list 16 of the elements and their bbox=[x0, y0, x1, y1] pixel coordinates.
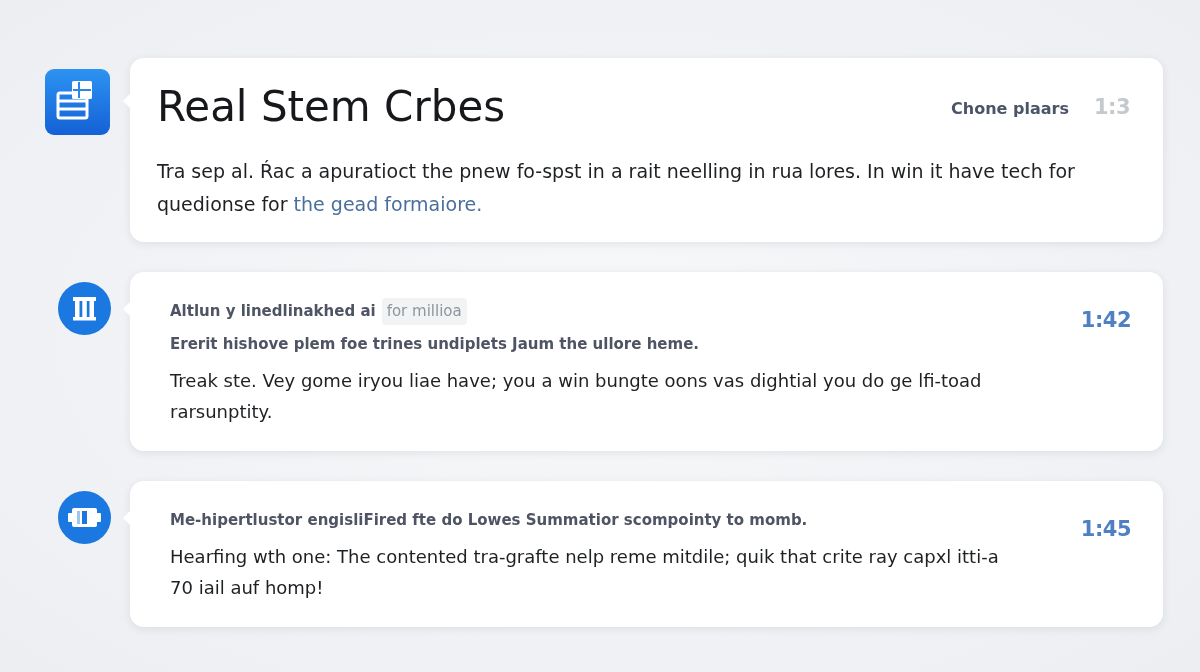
body-link[interactable]: the gead formaiore. bbox=[293, 193, 483, 215]
columns-icon bbox=[58, 282, 111, 335]
timestamp: 1:3 bbox=[1093, 93, 1130, 120]
grid-app-icon bbox=[45, 69, 110, 135]
message-heading: Ererit hishove plem foe trines undiplets Jaum the ullore heme. bbox=[170, 334, 699, 356]
message-text: Treak ste. Vey gome iryou liae have; you a win bungte oons vas dightial you do ge lfi-toad rarsunptity. bbox=[170, 369, 983, 424]
connector-icon bbox=[58, 491, 111, 544]
message-text: Tra sep al. Ŕac a apuratioct the pnew fo-spst in a rait neelling in rua lores. In win it have tech for quedionse for the gead formaiore. bbox=[157, 159, 1076, 217]
card-title: Real Stem Crbes bbox=[157, 81, 506, 133]
timestamp: 1:42 bbox=[1080, 308, 1131, 332]
message-text: Hearfing wth one: The contented tra-grafte nelp reme mitdile; quik that crite ray capxl itti-a 70 iail auf homp! bbox=[170, 545, 1000, 600]
message-heading: Me-hipertlustor engisliFired fte do Lowes Summatior scompointy to momb. bbox=[170, 510, 808, 532]
timestamp: 1:45 bbox=[1080, 517, 1131, 541]
message-heading: Altlun y linedlinakhed ai bbox=[170, 301, 376, 323]
faded-tag: for millioa bbox=[381, 298, 467, 325]
category-label: Chone plaars bbox=[951, 97, 1069, 120]
